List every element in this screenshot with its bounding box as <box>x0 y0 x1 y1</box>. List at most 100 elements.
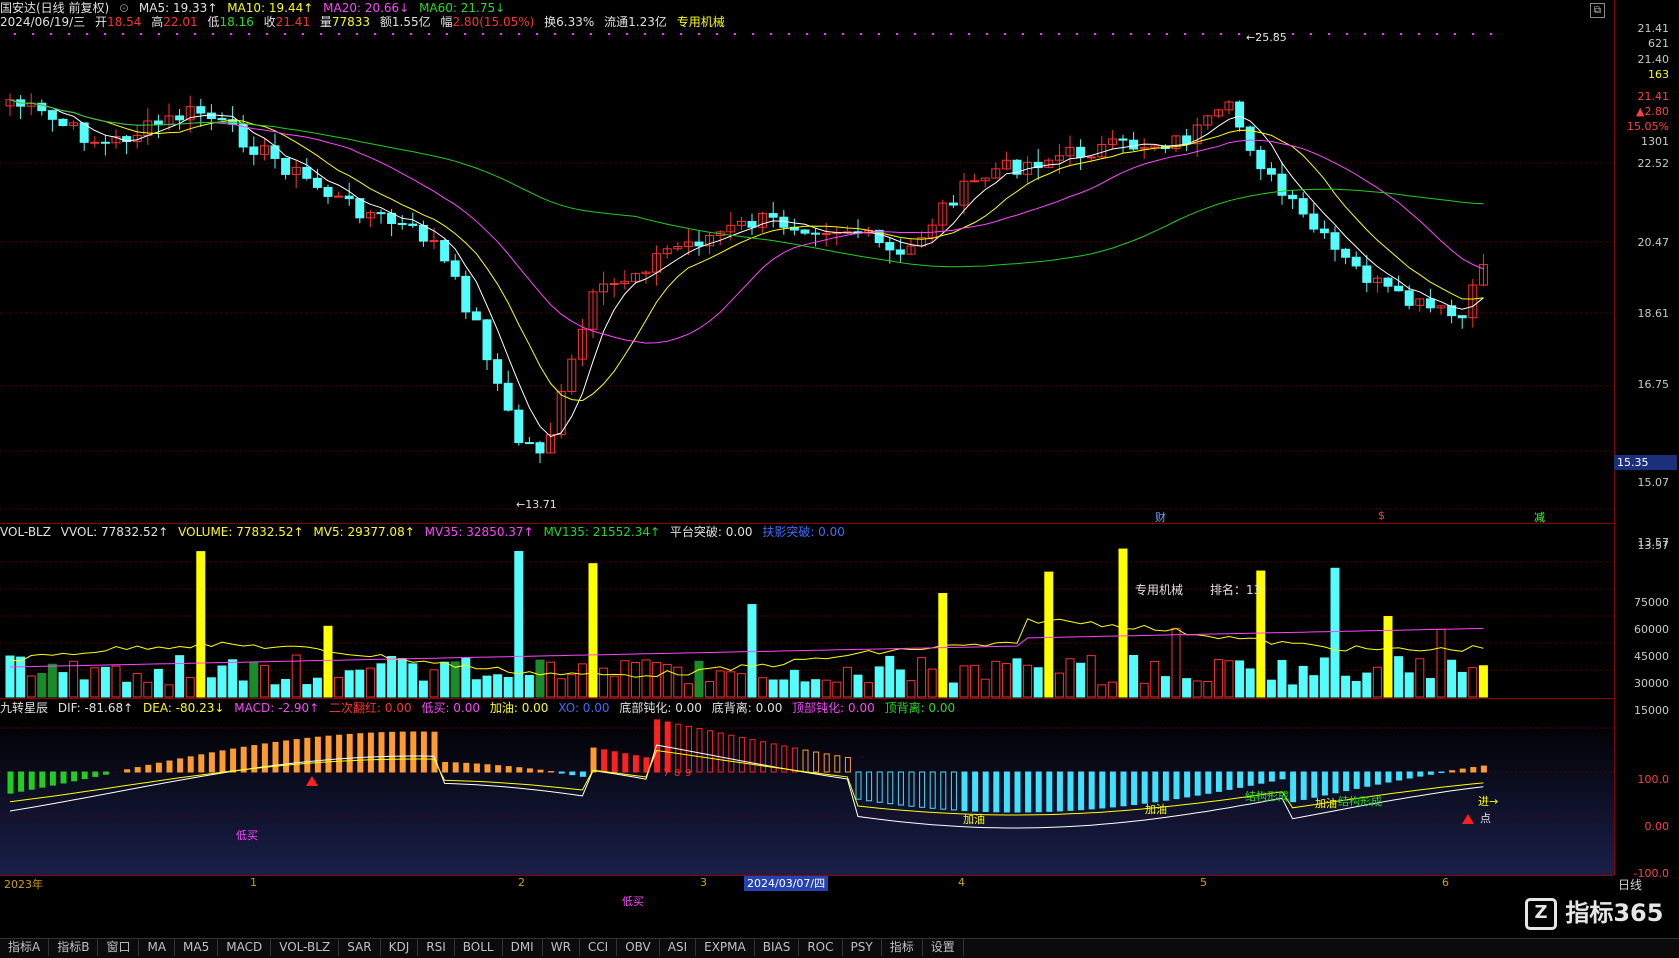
macd-bar <box>1280 772 1285 779</box>
signal-dot <box>1058 33 1060 35</box>
candle-body <box>1278 174 1286 195</box>
price-scale[interactable]: 21.41 621 21.40 163 21.41 ▲2.80 15.05% 1… <box>1614 0 1679 523</box>
indicator-tab[interactable]: PSY <box>843 939 882 956</box>
macd-bar <box>1121 772 1126 806</box>
signal-dot <box>320 33 322 35</box>
signal-dot <box>50 33 52 35</box>
volume-bar <box>123 682 131 697</box>
volume-bar <box>356 670 364 697</box>
volume-bar <box>494 675 502 697</box>
volume-tick: 75000 <box>1634 596 1669 609</box>
indicator-tab[interactable]: 窗口 <box>98 939 139 956</box>
side-info: ▲2.80 <box>1636 105 1669 118</box>
signal-dot <box>662 33 664 35</box>
volume-bar <box>101 667 109 697</box>
indicator-tab[interactable]: MACD <box>218 939 271 956</box>
candle-body <box>769 214 777 218</box>
volume-bar <box>186 678 194 697</box>
indicator-tab[interactable]: RSI <box>418 939 455 956</box>
candle-body <box>1384 278 1392 286</box>
signal-dot <box>1076 33 1078 35</box>
volume-bar <box>17 657 25 697</box>
macd-header: 九转星辰 DIF: -81.68↑ DEA: -80.23↓ MACD: -2.… <box>0 700 961 716</box>
indicator-tab[interactable]: 设置 <box>923 939 964 956</box>
candle-body <box>1183 136 1191 144</box>
side-info: 621 <box>1648 37 1669 50</box>
signal-dot <box>1490 33 1492 35</box>
candle-body <box>218 119 226 120</box>
volume-bar <box>928 669 936 697</box>
indicator-tab[interactable]: MA5 <box>175 939 218 956</box>
volume-scale[interactable]: 75000 60000 45000 30000 15000 <box>1614 524 1679 699</box>
macd-bar <box>19 772 24 791</box>
annot-count: 9 <box>685 768 691 779</box>
macd-scale[interactable]: 100.0 0.00 -100.0 <box>1614 700 1679 875</box>
event-marker-finance[interactable]: 财 <box>1155 509 1166 525</box>
annot-add: 加油 <box>963 811 985 827</box>
volume-bar <box>472 680 480 697</box>
macd-bar <box>1142 772 1147 803</box>
indicator-tab[interactable]: ASI <box>660 939 696 956</box>
indicator-tab[interactable]: BOLL <box>455 939 503 956</box>
volume-bar <box>1384 617 1392 697</box>
volume-indicator-name[interactable]: VOL-BLZ <box>0 525 51 539</box>
macd-bar <box>1428 772 1433 774</box>
signal-dot <box>266 33 268 35</box>
volume-bar <box>1002 664 1010 697</box>
macd-bar <box>358 734 363 772</box>
volume-bar <box>207 678 215 697</box>
indicator-tab[interactable]: DMI <box>503 939 543 956</box>
macd-indicator-name[interactable]: 九转星辰 <box>0 701 48 715</box>
event-marker-dollar[interactable]: $ <box>1378 509 1385 522</box>
event-marker-reduce[interactable]: 减 <box>1534 509 1545 525</box>
indicator-tab[interactable]: MA <box>139 939 175 956</box>
candle-body <box>812 233 820 234</box>
indicator-tab[interactable]: 指标A <box>0 939 49 956</box>
macd-bar <box>474 764 479 772</box>
macd-bar <box>506 767 511 772</box>
indicator-tab[interactable]: EXPMA <box>696 939 755 956</box>
indicator-tab[interactable]: CCI <box>580 939 617 956</box>
indicator-tab[interactable]: ROC <box>799 939 842 956</box>
signal-dot <box>140 33 142 35</box>
kline-chart[interactable] <box>0 0 1614 875</box>
macd-bar <box>994 772 999 812</box>
volume-bar <box>992 661 1000 697</box>
volume-bar <box>345 671 353 697</box>
macd-bar <box>188 757 193 772</box>
indicator-tab[interactable]: VOL-BLZ <box>271 939 339 956</box>
volume-bar <box>769 680 777 697</box>
macd-bar <box>633 756 638 772</box>
macd-bar <box>29 772 34 789</box>
volume-bar <box>854 675 862 697</box>
macd-bar <box>1238 772 1243 787</box>
volume-bar <box>642 660 650 697</box>
period-label[interactable]: 日线 <box>1618 876 1642 893</box>
candle-body <box>971 181 979 182</box>
candle-body <box>1426 299 1434 308</box>
macd-bar <box>602 750 607 772</box>
indicator-tab[interactable]: WR <box>543 939 580 956</box>
volume-bar <box>144 682 152 697</box>
candle-body <box>250 147 258 154</box>
indicator-tab[interactable]: SAR <box>339 939 380 956</box>
macd-bar <box>1132 772 1137 805</box>
indicator-tab[interactable]: 指标B <box>49 939 98 956</box>
candle-body <box>472 312 480 320</box>
macd-bar <box>178 759 183 772</box>
indicator-tab[interactable]: BIAS <box>755 939 800 956</box>
signal-dot <box>1436 33 1438 35</box>
volume-bar <box>462 658 470 697</box>
indicator-tab[interactable]: KDJ <box>381 939 419 956</box>
macd-bar <box>1227 772 1232 789</box>
date-axis[interactable]: 2023年 1 2 3 4 5 6 2024/03/07/四 <box>0 876 1614 892</box>
indicator-tab[interactable]: OBV <box>617 939 660 956</box>
bottom-div-value: 底背离: 0.00 <box>712 701 783 715</box>
macd-bar <box>61 772 66 783</box>
macd-bar <box>93 772 98 776</box>
annot-count: 7 <box>663 768 669 779</box>
signal-dot <box>518 33 520 35</box>
signal-dot <box>428 33 430 35</box>
indicator-tab[interactable]: 指标 <box>882 939 923 956</box>
macd-bar <box>1068 772 1073 810</box>
